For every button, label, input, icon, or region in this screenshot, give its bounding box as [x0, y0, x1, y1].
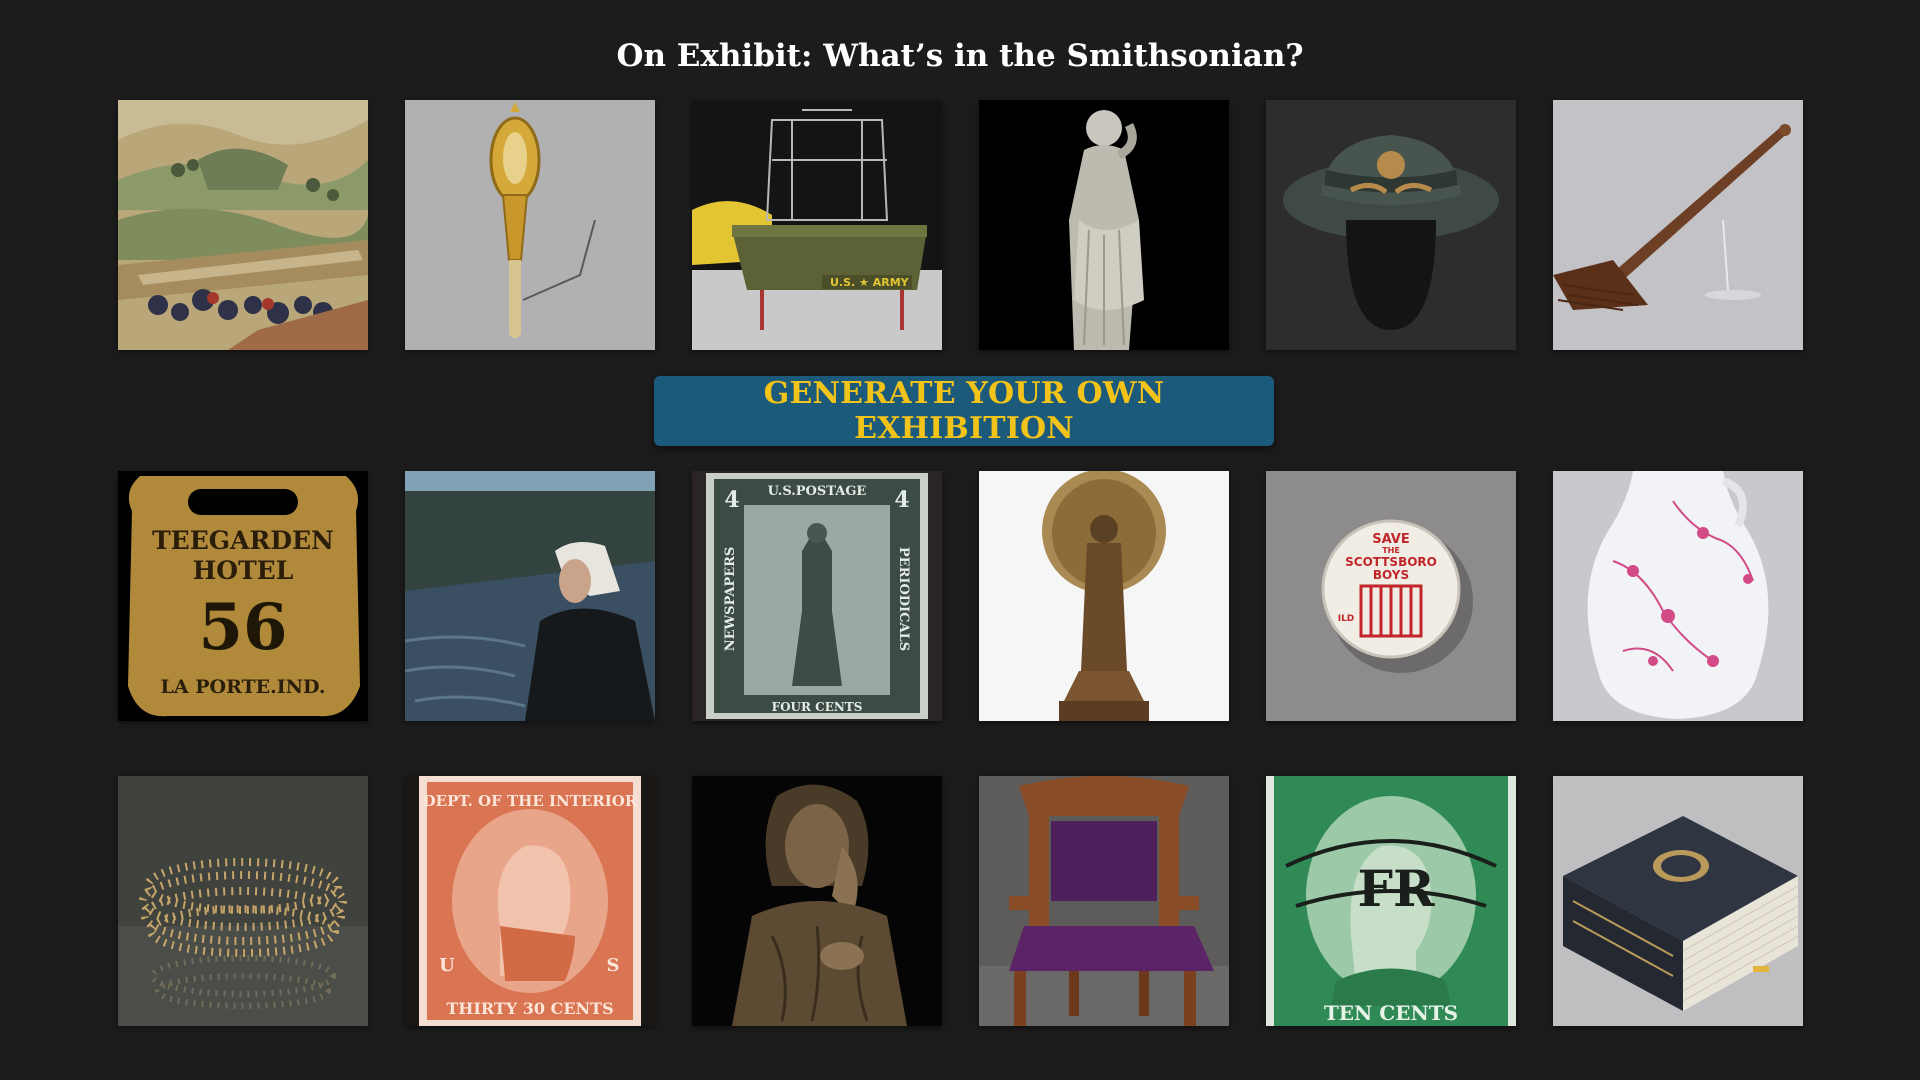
artifact-tile-floral-vase[interactable]	[1553, 471, 1803, 721]
newspaper-stamp-bottom: FOUR CENTS	[772, 700, 863, 714]
interior-stamp-right: S	[607, 955, 620, 976]
marble-statue-image	[979, 100, 1229, 350]
artifact-tile-hotel-key-tag[interactable]: TEEGARDEN HOTEL 56 LA PORTE.IND.	[118, 471, 368, 721]
newspaper-stamp-image: U.S.POSTAGE 4 4 NEWSPAPERS PERIODICALS F…	[692, 471, 942, 721]
newspaper-stamp-corner-right: 4	[894, 487, 909, 513]
leather-book-image	[1553, 776, 1803, 1026]
ten-cent-stamp-image: FR TEN CENTS	[1266, 776, 1516, 1026]
newspaper-stamp-right: PERIODICALS	[896, 547, 911, 651]
artifact-tile-marble-statue[interactable]	[979, 100, 1229, 350]
newspaper-stamp-left: NEWSPAPERS	[723, 547, 738, 652]
newspaper-stamp-corner-left: 4	[724, 487, 739, 513]
army-hat-image	[1266, 100, 1516, 350]
wooden-tool-image	[1553, 100, 1803, 350]
interior-stamp-top: DEPT. OF THE INTERIOR	[423, 792, 638, 810]
artifact-tile-japanese-painting[interactable]	[118, 100, 368, 350]
artifact-tile-gold-ornament[interactable]	[405, 100, 655, 350]
bronze-bust-image	[692, 776, 942, 1026]
scottsboro-line2: THE	[1382, 546, 1400, 555]
hotel-tag-line1: TEEGARDEN	[152, 526, 334, 555]
newspaper-stamp-top: U.S.POSTAGE	[768, 484, 867, 499]
artifact-tile-newspaper-stamp[interactable]: U.S.POSTAGE 4 4 NEWSPAPERS PERIODICALS F…	[692, 471, 942, 721]
scottsboro-line4: BOYS	[1373, 568, 1409, 582]
woman-painting-image	[405, 471, 655, 721]
bronze-figure-image	[979, 471, 1229, 721]
artifact-tile-scottsboro-button[interactable]: SAVE THE SCOTTSBORO BOYS ILD	[1266, 471, 1516, 721]
gold-ornament-image	[405, 100, 655, 350]
interior-stamp-image: DEPT. OF THE INTERIOR U S THIRTY 30 CENT…	[405, 776, 655, 1026]
hotel-tag-line2: HOTEL	[193, 556, 294, 585]
artifact-tile-ten-cent-stamp[interactable]: FR TEN CENTS	[1266, 776, 1516, 1026]
scottsboro-line1: SAVE	[1372, 532, 1409, 547]
scottsboro-line3: SCOTTSBORO	[1345, 555, 1437, 569]
ornate-chair-image	[979, 776, 1229, 1026]
artifact-tile-leather-book[interactable]	[1553, 776, 1803, 1026]
artifact-tile-wooden-tool[interactable]	[1553, 100, 1803, 350]
helicopter-marking: U.S. ★ ARMY	[830, 276, 910, 289]
generate-exhibition-button[interactable]: GENERATE YOUR OWN EXHIBITION	[654, 376, 1274, 446]
pearl-bracelets-image	[118, 776, 368, 1026]
scottsboro-button-image: SAVE THE SCOTTSBORO BOYS ILD	[1266, 471, 1516, 721]
interior-stamp-bottom: THIRTY 30 CENTS	[446, 999, 613, 1018]
hotel-tag-line3: LA PORTE.IND.	[161, 676, 326, 698]
artifact-tile-bronze-bust[interactable]	[692, 776, 942, 1026]
artifact-tile-interior-stamp[interactable]: DEPT. OF THE INTERIOR U S THIRTY 30 CENT…	[405, 776, 655, 1026]
japanese-painting-image	[118, 100, 368, 350]
artifact-tile-pearl-bracelets[interactable]	[118, 776, 368, 1026]
artifact-tile-ornate-chair[interactable]	[979, 776, 1229, 1026]
page-title: On Exhibit: What’s in the Smithsonian?	[616, 38, 1304, 74]
ten-cent-stamp-bottom: TEN CENTS	[1324, 1001, 1458, 1025]
artifact-tile-flying-platform[interactable]: U.S. ★ ARMY	[692, 100, 942, 350]
ten-cent-stamp-cancel: FR	[1357, 859, 1434, 918]
artifact-tile-bronze-figure[interactable]	[979, 471, 1229, 721]
hotel-tag-number: 56	[198, 590, 287, 665]
flying-platform-image: U.S. ★ ARMY	[692, 100, 942, 350]
floral-vase-image	[1553, 471, 1803, 721]
interior-stamp-left: U	[439, 955, 455, 976]
exhibit-page: On Exhibit: What’s in the Smithsonian? U…	[0, 0, 1920, 1080]
artifact-tile-woman-painting[interactable]	[405, 471, 655, 721]
scottsboro-side: ILD	[1338, 614, 1355, 624]
hotel-key-tag-image: TEEGARDEN HOTEL 56 LA PORTE.IND.	[118, 471, 368, 721]
artifact-tile-army-hat[interactable]	[1266, 100, 1516, 350]
